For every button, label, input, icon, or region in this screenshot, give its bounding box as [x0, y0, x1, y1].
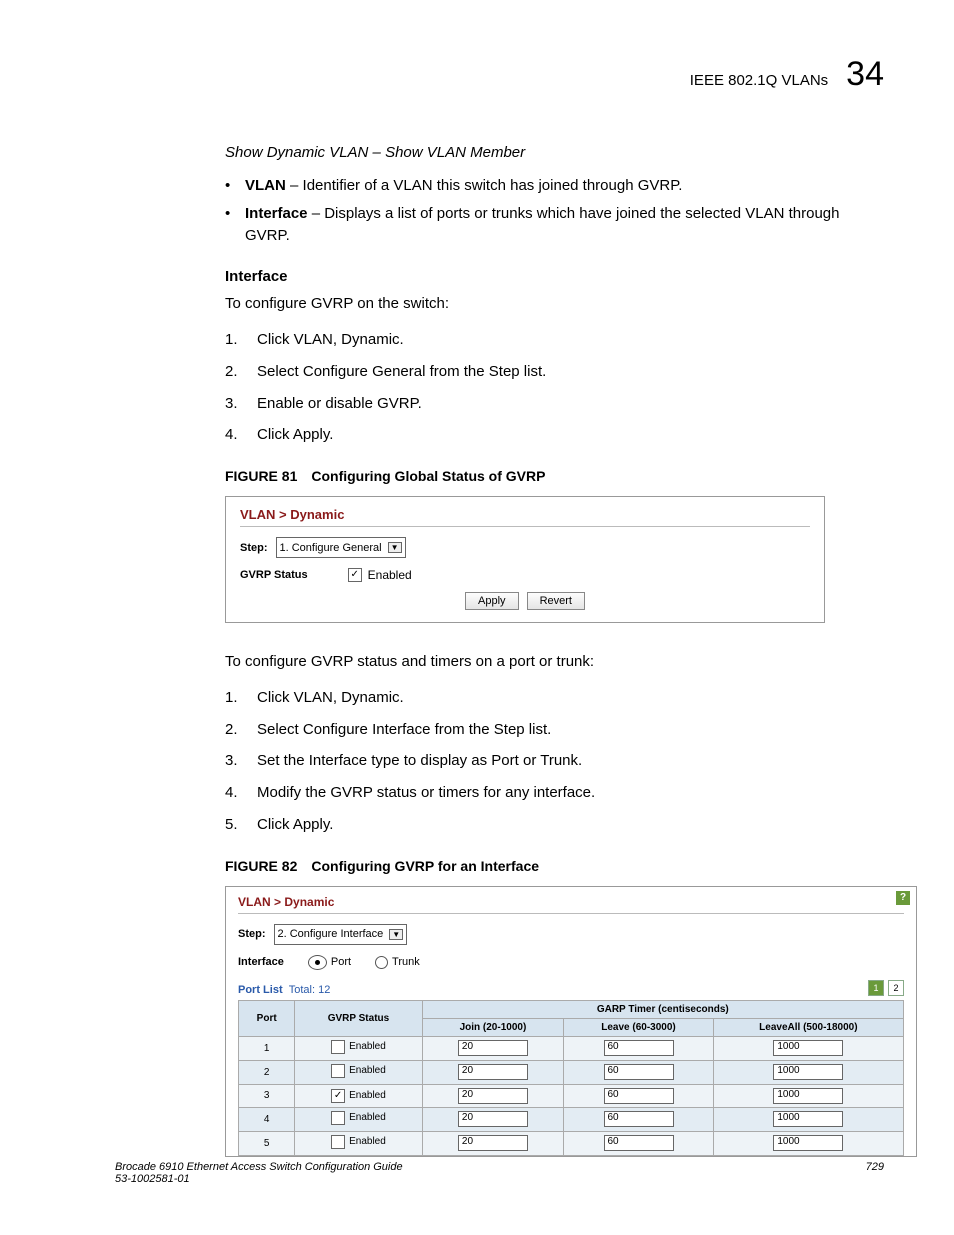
step: Select Configure General from the Step l…	[225, 361, 884, 383]
figure-81-caption: FIGURE 81Configuring Global Status of GV…	[225, 468, 884, 484]
gvrp-checkbox[interactable]	[331, 1111, 345, 1125]
join-input[interactable]: 20	[458, 1064, 528, 1080]
pagination: 1 2	[868, 980, 904, 996]
leaveall-input[interactable]: 1000	[773, 1088, 843, 1104]
intro-2: To configure GVRP status and timers on a…	[225, 651, 884, 673]
join-input[interactable]: 20	[458, 1135, 528, 1151]
gvrp-checkbox[interactable]	[331, 1064, 345, 1078]
enabled-label: Enabled	[349, 1090, 386, 1101]
interface-heading: Interface	[225, 268, 884, 285]
footer-docnum: 53-1002581-01	[115, 1173, 403, 1185]
join-input[interactable]: 20	[458, 1111, 528, 1127]
desc-vlan: – Identifier of a VLAN this switch has j…	[286, 177, 683, 194]
figure-82-caption: FIGURE 82Configuring GVRP for an Interfa…	[225, 858, 884, 874]
breadcrumb: VLAN > Dynamic	[240, 507, 810, 522]
revert-button[interactable]: Revert	[527, 592, 585, 610]
table-row: 1 Enabled 20 60 1000	[239, 1036, 904, 1060]
gvrp-status-label: GVRP Status	[240, 569, 308, 581]
step: Click Apply.	[225, 814, 884, 836]
gvrp-checkbox[interactable]	[331, 1135, 345, 1149]
gvrp-checkbox[interactable]	[331, 1040, 345, 1054]
subsection-title: Show Dynamic VLAN – Show VLAN Member	[225, 144, 884, 161]
enabled-label: Enabled	[349, 1041, 386, 1052]
step: Click VLAN, Dynamic.	[225, 687, 884, 709]
interface-label: Interface	[238, 956, 284, 968]
intro-1: To configure GVRP on the switch:	[225, 293, 884, 315]
step: Enable or disable GVRP.	[225, 393, 884, 415]
step-select[interactable]: 1. Configure General▼	[276, 537, 406, 558]
footer-pagenum: 729	[866, 1161, 884, 1185]
chevron-down-icon: ▼	[388, 542, 402, 553]
th-leaveall: LeaveAll (500-18000)	[713, 1018, 903, 1036]
th-join: Join (20-1000)	[422, 1018, 564, 1036]
gvrp-checkbox[interactable]	[331, 1089, 345, 1103]
term-interface: Interface	[245, 205, 308, 222]
step: Click VLAN, Dynamic.	[225, 329, 884, 351]
page-2[interactable]: 2	[888, 980, 904, 996]
gvrp-enabled-checkbox[interactable]	[348, 568, 362, 582]
step: Click Apply.	[225, 424, 884, 446]
enabled-label: Enabled	[349, 1136, 386, 1147]
enabled-label: Enabled	[368, 568, 412, 582]
enabled-label: Enabled	[349, 1112, 386, 1123]
chevron-down-icon: ▼	[389, 929, 403, 940]
page-footer: Brocade 6910 Ethernet Access Switch Conf…	[115, 1161, 884, 1185]
leave-input[interactable]: 60	[604, 1040, 674, 1056]
port-radio[interactable]	[308, 955, 327, 970]
join-input[interactable]: 20	[458, 1040, 528, 1056]
leave-input[interactable]: 60	[604, 1135, 674, 1151]
apply-button[interactable]: Apply	[465, 592, 519, 610]
port-table: Port GVRP Status GARP Timer (centisecond…	[238, 1000, 904, 1156]
help-icon[interactable]: ?	[896, 891, 910, 905]
step: Modify the GVRP status or timers for any…	[225, 782, 884, 804]
th-garp: GARP Timer (centiseconds)	[422, 1000, 903, 1018]
th-port: Port	[239, 1000, 295, 1036]
page-1[interactable]: 1	[868, 980, 884, 996]
cell-port: 2	[239, 1060, 295, 1084]
chapter-number: 34	[846, 55, 884, 94]
cell-port: 1	[239, 1036, 295, 1060]
step-label: Step:	[240, 542, 268, 554]
step: Select Configure Interface from the Step…	[225, 719, 884, 741]
join-input[interactable]: 20	[458, 1088, 528, 1104]
step-label: Step:	[238, 928, 266, 940]
leaveall-input[interactable]: 1000	[773, 1040, 843, 1056]
leave-input[interactable]: 60	[604, 1111, 674, 1127]
figure-81-panel: VLAN > Dynamic Step: 1. Configure Genera…	[225, 496, 825, 623]
trunk-radio[interactable]	[375, 956, 388, 969]
cell-port: 3	[239, 1084, 295, 1107]
leave-input[interactable]: 60	[604, 1064, 674, 1080]
figure-82-panel: ? VLAN > Dynamic Step: 2. Configure Inte…	[225, 886, 917, 1157]
cell-port: 4	[239, 1107, 295, 1131]
term-vlan: VLAN	[245, 177, 286, 194]
table-row: 2 Enabled 20 60 1000	[239, 1060, 904, 1084]
leaveall-input[interactable]: 1000	[773, 1064, 843, 1080]
table-row: 4 Enabled 20 60 1000	[239, 1107, 904, 1131]
header-title: IEEE 802.1Q VLANs	[690, 72, 828, 89]
footer-title: Brocade 6910 Ethernet Access Switch Conf…	[115, 1161, 403, 1173]
leaveall-input[interactable]: 1000	[773, 1111, 843, 1127]
step-select[interactable]: 2. Configure Interface▼	[274, 924, 408, 945]
leaveall-input[interactable]: 1000	[773, 1135, 843, 1151]
table-row: 3 Enabled 20 60 1000	[239, 1084, 904, 1107]
desc-interface: – Displays a list of ports or trunks whi…	[245, 205, 839, 244]
th-gvrp: GVRP Status	[295, 1000, 422, 1036]
th-leave: Leave (60-3000)	[564, 1018, 713, 1036]
step: Set the Interface type to display as Por…	[225, 750, 884, 772]
cell-port: 5	[239, 1131, 295, 1155]
port-label: Port	[331, 956, 351, 968]
steps-2: Click VLAN, Dynamic. Select Configure In…	[225, 687, 884, 836]
enabled-label: Enabled	[349, 1065, 386, 1076]
breadcrumb: VLAN > Dynamic	[238, 895, 904, 909]
port-list-label: Port List Total: 12	[238, 984, 330, 996]
steps-1: Click VLAN, Dynamic. Select Configure Ge…	[225, 329, 884, 446]
definition-list: VLAN – Identifier of a VLAN this switch …	[225, 175, 884, 246]
leave-input[interactable]: 60	[604, 1088, 674, 1104]
table-row: 5 Enabled 20 60 1000	[239, 1131, 904, 1155]
trunk-label: Trunk	[392, 956, 420, 968]
